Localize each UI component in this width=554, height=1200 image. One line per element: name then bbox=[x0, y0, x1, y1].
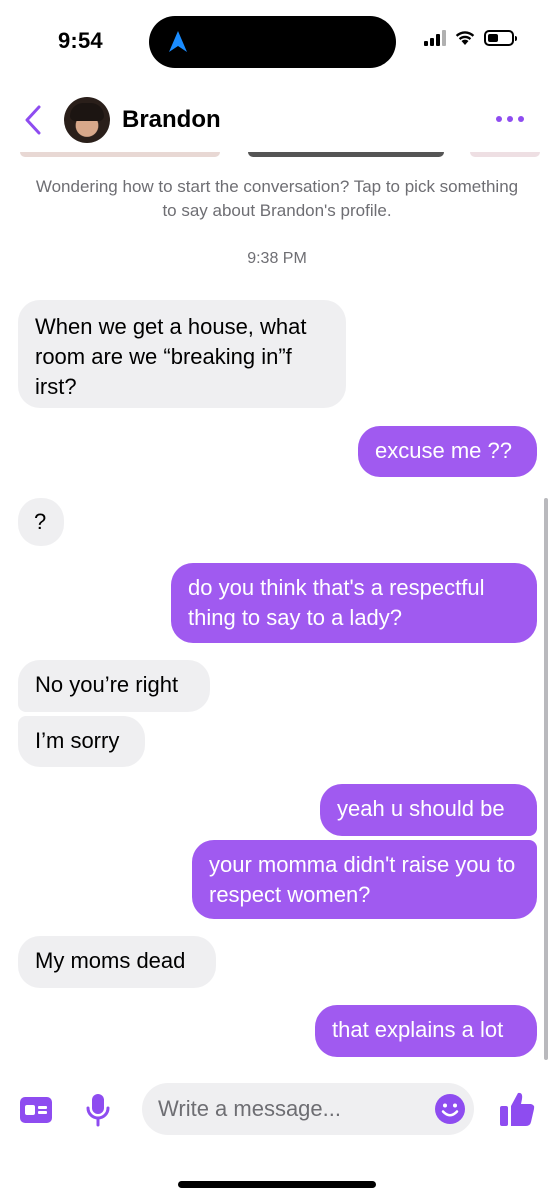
status-icons bbox=[424, 30, 517, 46]
message-bubble-outgoing[interactable]: that explains a lot bbox=[315, 1005, 537, 1057]
message-bubble-incoming[interactable]: ? bbox=[18, 498, 64, 546]
emoji-icon[interactable] bbox=[434, 1093, 466, 1125]
conversation-starter-prompt[interactable]: Wondering how to start the conversation?… bbox=[30, 175, 524, 223]
home-indicator bbox=[178, 1181, 376, 1188]
message-input-container[interactable] bbox=[142, 1083, 474, 1135]
back-chevron-icon[interactable] bbox=[22, 104, 46, 136]
location-arrow-icon bbox=[169, 31, 187, 52]
profile-cards-strip bbox=[0, 152, 554, 160]
status-time: 9:54 bbox=[58, 28, 103, 53]
microphone-icon[interactable] bbox=[83, 1092, 113, 1128]
message-bubble-incoming[interactable]: I’m sorry bbox=[18, 716, 145, 767]
message-input[interactable] bbox=[158, 1083, 428, 1135]
signal-icon bbox=[424, 30, 446, 46]
message-bubble-incoming[interactable]: No you’re right bbox=[18, 660, 210, 712]
more-icon[interactable] bbox=[496, 116, 524, 122]
message-bubble-outgoing[interactable]: do you think that's a respectful thing t… bbox=[171, 563, 537, 643]
battery-icon bbox=[484, 30, 517, 46]
scrollbar[interactable] bbox=[544, 498, 548, 1060]
profile-card-icon[interactable] bbox=[20, 1097, 52, 1123]
status-bar: 9:54 bbox=[0, 0, 554, 84]
message-bubble-incoming[interactable]: My moms dead bbox=[18, 936, 216, 988]
dynamic-island bbox=[149, 16, 396, 68]
wifi-icon bbox=[455, 31, 475, 45]
message-bubble-outgoing[interactable]: yeah u should be bbox=[320, 784, 537, 836]
contact-name[interactable]: Brandon bbox=[122, 106, 221, 134]
thumbs-up-icon[interactable] bbox=[498, 1090, 536, 1128]
chat-header: Brandon bbox=[0, 90, 554, 152]
message-bubble-outgoing[interactable]: excuse me ?? bbox=[358, 426, 537, 477]
message-timestamp: 9:38 PM bbox=[247, 250, 307, 267]
message-composer bbox=[0, 1080, 554, 1140]
message-bubble-outgoing[interactable]: your momma didn't raise you to respect w… bbox=[192, 840, 537, 919]
avatar[interactable] bbox=[64, 97, 110, 143]
message-bubble-incoming[interactable]: When we get a house, what room are we “b… bbox=[18, 300, 346, 408]
